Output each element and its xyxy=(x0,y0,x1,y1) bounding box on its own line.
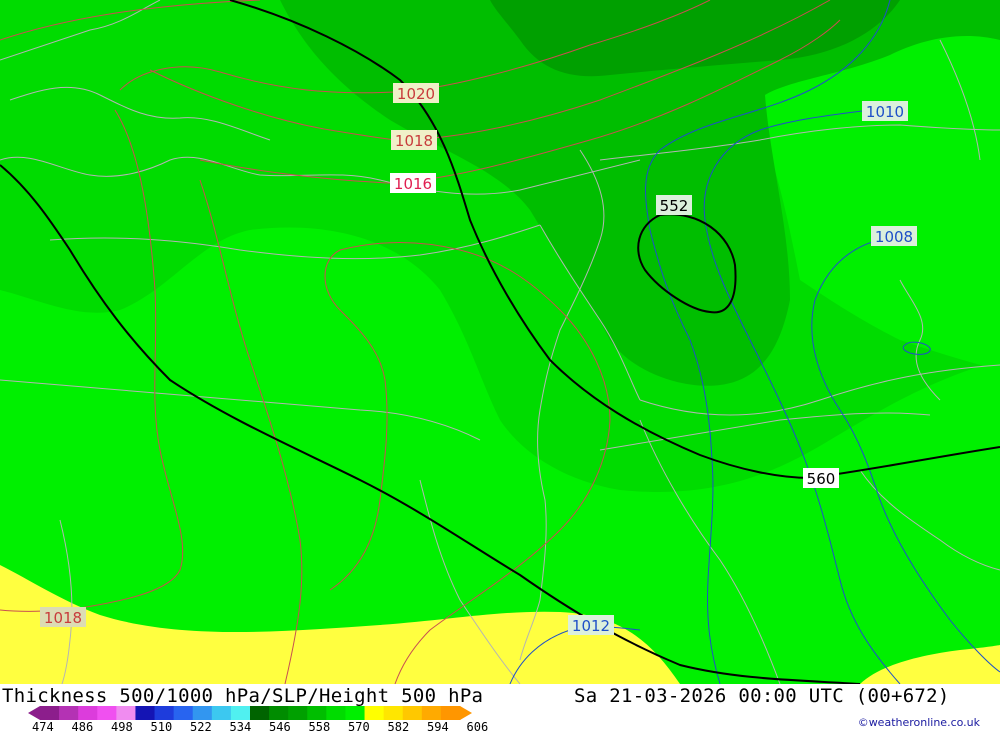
legend-tick-label: 570 xyxy=(348,720,370,734)
legend-arrow-left xyxy=(28,706,40,720)
slp-label-1016: 1016 xyxy=(394,175,432,193)
legend-tick-label: 522 xyxy=(190,720,212,734)
height-label-560: 560 xyxy=(807,470,836,488)
slp-label-1018: 1018 xyxy=(395,132,433,150)
legend-swatch xyxy=(78,706,98,720)
legend-swatch xyxy=(59,706,79,720)
map-footer: Thickness 500/1000 hPa/SLP/Height 500 hP… xyxy=(0,684,1000,734)
legend-swatch xyxy=(97,706,117,720)
legend-swatch xyxy=(288,706,308,720)
legend-swatch xyxy=(154,706,175,720)
slp-label-1012: 1012 xyxy=(572,617,610,635)
weather-map: 1020 1018 1016 1018 1010 1008 1012 552 5… xyxy=(0,0,1000,684)
legend-swatch xyxy=(345,706,366,720)
legend-swatch xyxy=(211,706,232,720)
legend-swatch xyxy=(307,706,327,720)
legend-swatch xyxy=(421,706,442,720)
legend-swatch xyxy=(269,706,289,720)
slp-label-1020: 1020 xyxy=(397,85,435,103)
legend-swatch xyxy=(116,706,136,720)
legend-arrow-right xyxy=(460,706,472,720)
legend-tick-label: 474 xyxy=(32,720,54,734)
legend-tick-label: 606 xyxy=(466,720,489,734)
slp-label-1010: 1010 xyxy=(866,103,904,121)
legend-tick-label: 546 xyxy=(269,720,291,734)
legend-tick-label: 582 xyxy=(387,720,410,734)
height-label-552: 552 xyxy=(660,197,689,215)
legend-swatch xyxy=(173,706,194,720)
legend-swatch xyxy=(383,706,404,720)
legend-swatch xyxy=(192,706,213,720)
legend-swatch xyxy=(364,706,385,720)
legend-swatch xyxy=(402,706,423,720)
legend-swatch xyxy=(135,706,156,720)
legend-tick-label: 558 xyxy=(308,720,331,734)
slp-label-1018-sw: 1018 xyxy=(44,609,82,627)
legend-tick-label: 510 xyxy=(150,720,173,734)
map-datetime: Sa 21-03-2026 00:00 UTC (00+672) xyxy=(574,685,950,707)
legend-swatch xyxy=(40,706,60,720)
map-title: Thickness 500/1000 hPa/SLP/Height 500 hP… xyxy=(2,685,484,707)
slp-label-1008: 1008 xyxy=(875,228,913,246)
legend-swatch xyxy=(250,706,270,720)
legend-swatch xyxy=(230,706,251,720)
legend-tick-label: 498 xyxy=(111,720,133,734)
color-legend xyxy=(28,706,472,720)
legend-swatch xyxy=(326,706,346,720)
legend-tick-label: 534 xyxy=(229,720,252,734)
legend-tick-label: 486 xyxy=(71,720,94,734)
legend-tick-label: 594 xyxy=(427,720,449,734)
credit-link[interactable]: ©weatheronline.co.uk xyxy=(858,716,980,729)
legend-swatch xyxy=(440,706,461,720)
